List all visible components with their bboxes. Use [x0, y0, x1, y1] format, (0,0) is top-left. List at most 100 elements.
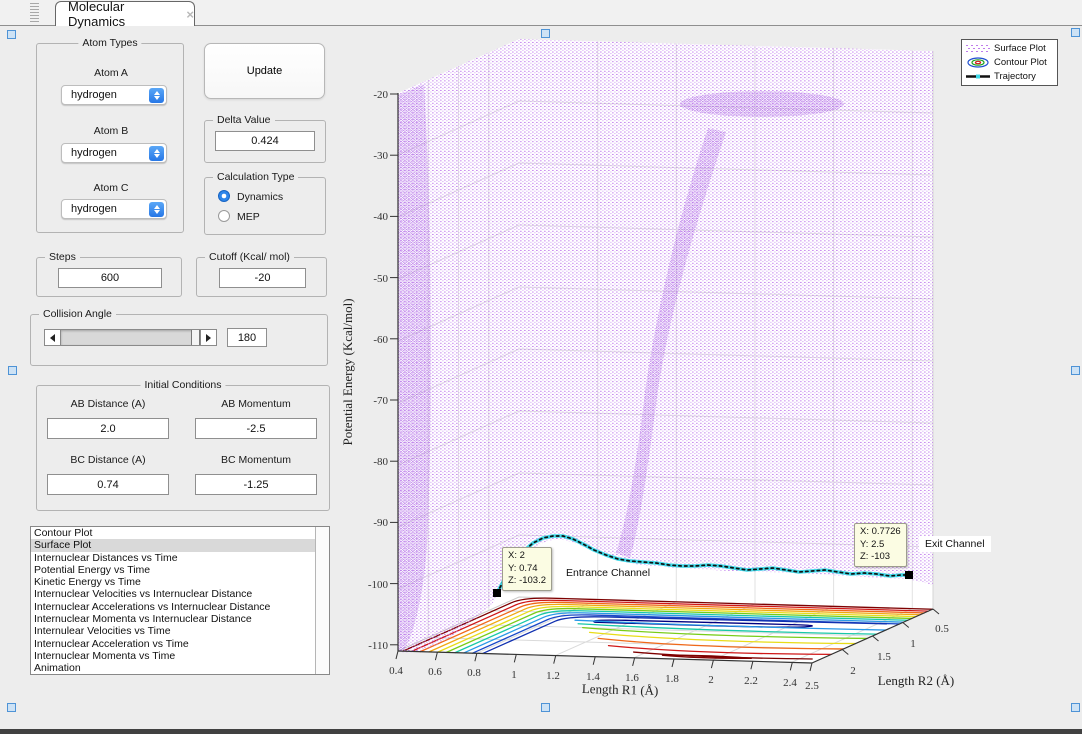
- svg-text:0.8: 0.8: [467, 667, 481, 679]
- svg-text:2: 2: [850, 665, 856, 677]
- entrance-datatip[interactable]: X: 2 Y: 0.74 Z: -103.2: [502, 547, 553, 591]
- list-item[interactable]: Internuclear Accelerations vs Internucle…: [31, 601, 329, 613]
- svg-text:1.2: 1.2: [546, 670, 560, 682]
- tab-molecular-dynamics[interactable]: Molecular Dynamics ×: [55, 0, 195, 29]
- slider-thumb[interactable]: [191, 330, 200, 345]
- svg-text:2.4: 2.4: [783, 677, 797, 689]
- tab-title: Molecular Dynamics: [68, 0, 126, 29]
- svg-text:0.4: 0.4: [389, 665, 403, 677]
- dropdown-stepper-icon[interactable]: [149, 87, 164, 103]
- slider-right-arrow-icon[interactable]: [200, 330, 216, 345]
- collision-angle-field[interactable]: 180: [227, 328, 267, 347]
- selection-handle-tr[interactable]: [1071, 28, 1080, 37]
- entrance-channel-annotation: Entrance Channel: [566, 567, 651, 579]
- svg-text:1.5: 1.5: [877, 651, 891, 663]
- ab-distance-field[interactable]: 2.0: [47, 418, 169, 439]
- svg-text:2.5: 2.5: [805, 680, 819, 692]
- bc-distance-field[interactable]: 0.74: [47, 474, 169, 495]
- list-item[interactable]: Potential Energy vs Time: [31, 564, 329, 576]
- exit-datatip[interactable]: X: 0.7726 Y: 2.5 Z: -103: [854, 523, 907, 567]
- selection-handle-tc[interactable]: [541, 29, 550, 38]
- y-axis-label: Length R2 (Å): [878, 673, 955, 688]
- selection-handle-mr[interactable]: [1071, 366, 1080, 375]
- z-axis-label: Potential Energy (Kcal/mol): [340, 298, 355, 445]
- update-button[interactable]: Update: [204, 43, 325, 99]
- atom-b-label: Atom B: [93, 125, 129, 137]
- selection-handle-tl[interactable]: [7, 30, 16, 39]
- list-item[interactable]: Internulear Velocities vs Time: [31, 625, 329, 637]
- atom-c-label: Atom C: [93, 182, 129, 194]
- list-item[interactable]: Contour Plot: [31, 527, 329, 539]
- initial-conditions-panel: Initial Conditions AB Distance (A) 2.0 A…: [36, 379, 330, 511]
- legend-row-surface: Surface Plot: [965, 43, 1054, 54]
- exit-marker[interactable]: [905, 571, 913, 579]
- delta-value-label: Delta Value: [213, 114, 275, 126]
- atom-b-dropdown[interactable]: hydrogen: [61, 143, 167, 163]
- mep-radio-label: MEP: [237, 211, 260, 223]
- dropdown-stepper-icon[interactable]: [149, 145, 164, 161]
- svg-text:-90: -90: [373, 517, 388, 529]
- legend-row-trajectory: Trajectory: [965, 71, 1054, 82]
- selection-handle-br[interactable]: [1071, 703, 1080, 712]
- dynamics-radio-label: Dynamics: [237, 191, 284, 203]
- dropdown-stepper-icon[interactable]: [149, 201, 164, 217]
- cutoff-panel: Cutoff (Kcal/ mol) -20: [196, 251, 327, 297]
- selection-handle-bl[interactable]: [7, 703, 16, 712]
- atom-c-dropdown[interactable]: hydrogen: [61, 199, 167, 219]
- selection-handle-bc[interactable]: [541, 703, 550, 712]
- atom-types-panel-label: Atom Types: [78, 37, 142, 49]
- list-item[interactable]: Animation: [31, 662, 329, 674]
- listbox-scrollbar[interactable]: [315, 527, 329, 674]
- svg-text:0.6: 0.6: [428, 666, 442, 678]
- list-item[interactable]: Internuclear Velocities vs Internuclear …: [31, 588, 329, 600]
- atom-a-dropdown[interactable]: hydrogen: [61, 85, 167, 105]
- molecular-dynamics-app: { "window": { "tab_title": "Molecular Dy…: [0, 0, 1082, 734]
- ab-momentum-field[interactable]: -2.5: [195, 418, 317, 439]
- entrance-marker[interactable]: [493, 589, 501, 597]
- legend-label-trajectory: Trajectory: [994, 70, 1036, 82]
- list-item[interactable]: Kinetic Energy vs Time: [31, 576, 329, 588]
- calculation-type-panel: Calculation Type Dynamics MEP: [204, 171, 326, 235]
- bc-distance-label: BC Distance (A): [70, 454, 146, 466]
- list-item[interactable]: Internuclear Momenta vs Internuclear Dis…: [31, 613, 329, 625]
- trajectory-legend-icon: [966, 74, 990, 79]
- ab-momentum-label: AB Momentum: [221, 398, 291, 410]
- svg-text:-60: -60: [373, 334, 388, 346]
- cutoff-label: Cutoff (Kcal/ mol): [205, 251, 294, 263]
- selection-handle-ml[interactable]: [8, 366, 17, 375]
- plot-legend[interactable]: Surface Plot Contour Plot Trajectory: [961, 39, 1058, 86]
- slider-track[interactable]: [61, 330, 200, 345]
- surface-legend-icon: [966, 45, 990, 53]
- list-item-selected[interactable]: Surface Plot: [31, 539, 329, 552]
- svg-text:-80: -80: [373, 456, 388, 468]
- svg-text:-70: -70: [373, 395, 388, 407]
- legend-row-contour: Contour Plot: [965, 57, 1054, 68]
- x-axis-label: Length R1 (Å): [582, 681, 659, 698]
- delta-value-panel: Delta Value 0.424: [204, 114, 326, 163]
- exit-channel-annotation: Exit Channel: [919, 536, 991, 552]
- atom-types-panel: Atom Types Atom A hydrogen Atom B hydrog…: [36, 37, 184, 233]
- slider-left-arrow-icon[interactable]: [45, 330, 61, 345]
- list-item[interactable]: Internuclear Distances vs Time: [31, 552, 329, 564]
- steps-panel: Steps 600: [36, 251, 182, 297]
- tab-close-icon[interactable]: ×: [186, 7, 194, 22]
- svg-text:1.8: 1.8: [665, 673, 679, 685]
- steps-field[interactable]: 600: [58, 268, 162, 288]
- svg-text:1: 1: [910, 638, 916, 650]
- drag-grip-icon[interactable]: [30, 3, 39, 22]
- plot-type-listbox[interactable]: Contour Plot Surface Plot Internuclear D…: [30, 526, 330, 675]
- mep-radio[interactable]: [218, 210, 230, 222]
- bc-momentum-field[interactable]: -1.25: [195, 474, 317, 495]
- surface-plot[interactable]: [398, 39, 933, 653]
- collision-angle-slider[interactable]: [44, 329, 217, 346]
- atom-c-value: hydrogen: [71, 203, 117, 215]
- cutoff-field[interactable]: -20: [219, 268, 306, 288]
- dynamics-radio[interactable]: [218, 190, 230, 202]
- list-item[interactable]: Internuclear Momenta vs Time: [31, 650, 329, 662]
- z-tick-labels: -20 -30 -40 -50 -60 -70 -80 -90 -100 -11…: [368, 89, 389, 652]
- ab-distance-label: AB Distance (A): [70, 398, 146, 410]
- svg-text:2.2: 2.2: [744, 675, 758, 687]
- delta-value-field[interactable]: 0.424: [215, 131, 315, 151]
- svg-text:-100: -100: [368, 579, 389, 591]
- list-item[interactable]: Internuclear Acceleration vs Time: [31, 638, 329, 650]
